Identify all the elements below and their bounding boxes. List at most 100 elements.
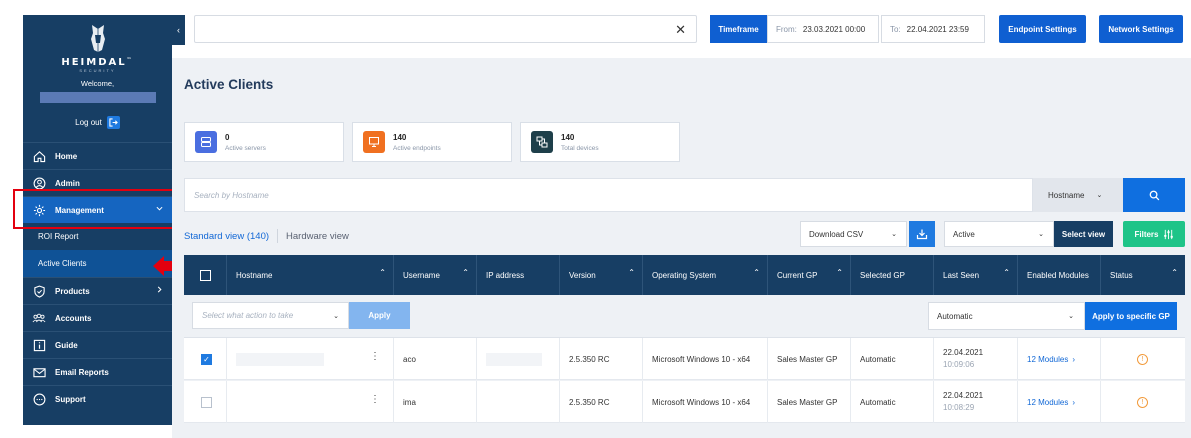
client-state-select[interactable]: Active ⌄ — [944, 221, 1054, 247]
client-state-value: Active — [953, 229, 975, 239]
sort-icon[interactable]: ⌃ — [753, 268, 760, 277]
hostname-search-input[interactable]: Search by Hostname — [184, 178, 1033, 212]
timeframe-button[interactable]: Timeframe — [710, 15, 767, 43]
action-select[interactable]: Select what action to take ⌄ — [192, 302, 349, 329]
last-seen-date: 22.04.2021 — [943, 348, 984, 357]
column-header-selected-gp[interactable]: Selected GP — [851, 255, 934, 295]
chevron-right-icon[interactable]: › — [1072, 355, 1075, 364]
sort-icon[interactable]: ⌃ — [379, 268, 386, 277]
column-header-current-gp[interactable]: Current GP ⌃ — [768, 255, 851, 295]
logout-label: Log out — [75, 117, 102, 127]
ip-cell — [477, 338, 560, 380]
select-view-button[interactable]: Select view — [1054, 221, 1113, 247]
date-to-field[interactable]: To: 22.04.2021 23:59 — [881, 15, 985, 43]
endpoint-settings-button[interactable]: Endpoint Settings — [999, 15, 1086, 43]
sort-icon[interactable]: ⌃ — [836, 268, 843, 277]
row-checkbox[interactable]: ✓ — [201, 353, 212, 365]
sidebar-item-active-clients[interactable]: Active Clients — [23, 250, 172, 277]
sidebar-item-label: Admin — [55, 178, 80, 188]
modules-link[interactable]: 12 Modules — [1027, 398, 1068, 407]
user-name-redacted — [39, 92, 156, 103]
column-header-version[interactable]: Version ⌃ — [560, 255, 643, 295]
sort-icon[interactable]: ⌃ — [462, 268, 469, 277]
row-checkbox[interactable] — [201, 396, 212, 408]
last-seen-cell: 22.04.2021 10:08:29 — [934, 381, 1018, 423]
column-header-os[interactable]: Operating System ⌃ — [643, 255, 768, 295]
hardware-view-tab[interactable]: Hardware view — [286, 231, 349, 242]
more-options-icon[interactable]: ⋮ — [370, 351, 380, 362]
sort-icon[interactable]: ⌃ — [628, 268, 635, 277]
version-cell: 2.5.350 RC — [560, 381, 643, 423]
sidebar-item-products[interactable]: Products — [23, 277, 172, 304]
date-from-field[interactable]: From: 23.03.2021 00:00 — [767, 15, 879, 43]
sort-icon[interactable]: ⌃ — [1171, 268, 1178, 277]
select-all-cell — [184, 255, 227, 295]
logout-icon[interactable] — [106, 115, 120, 129]
table-row[interactable]: ⋮ ima 2.5.350 RC Microsoft Windows 10 - … — [184, 381, 1185, 423]
welcome-text: Welcome, — [80, 79, 115, 88]
chevron-down-icon: ⌄ — [1096, 192, 1103, 199]
stat-card-endpoints: 140 Active endpoints — [352, 122, 512, 162]
table-row[interactable]: ✓ ⋮ aco 2.5.350 RC Microsoft Windows 10 … — [184, 338, 1185, 380]
date-to-label: To: — [890, 24, 901, 34]
sidebar-item-label: Guide — [55, 340, 78, 350]
chat-icon — [32, 392, 46, 406]
hostname-cell: ⋮ — [227, 338, 394, 380]
stat-value: 140 — [561, 132, 575, 142]
download-button[interactable] — [909, 221, 935, 247]
app-root: HEIMDAL™ SECURITY Welcome, Log out Home … — [0, 0, 1191, 438]
hostname-search-button[interactable] — [1123, 178, 1185, 212]
stat-card-servers: 0 Active servers — [184, 122, 344, 162]
chevron-right-icon — [156, 286, 163, 295]
global-search-input[interactable]: ✕ — [194, 15, 697, 43]
column-label: Enabled Modules — [1027, 270, 1089, 280]
network-settings-button[interactable]: Network Settings — [1099, 15, 1183, 43]
sidebar-item-home[interactable]: Home — [23, 142, 172, 169]
sidebar-item-label: Active Clients — [38, 259, 87, 268]
username-cell: aco — [394, 338, 477, 380]
sidebar-item-email-reports[interactable]: Email Reports — [23, 358, 172, 385]
sidebar-item-label: Email Reports — [55, 367, 109, 377]
sidebar-item-accounts[interactable]: Accounts — [23, 304, 172, 331]
row-select-cell — [184, 381, 227, 423]
column-header-username[interactable]: Username ⌃ — [394, 255, 477, 295]
gp-mode-select[interactable]: Automatic ⌄ — [928, 302, 1085, 330]
column-header-ip[interactable]: IP address — [477, 255, 560, 295]
sidebar-item-guide[interactable]: Guide — [23, 331, 172, 358]
version-cell: 2.5.350 RC — [560, 338, 643, 380]
download-csv-select[interactable]: Download CSV ⌄ — [800, 221, 907, 247]
sidebar-collapse-button[interactable]: ‹ — [172, 15, 185, 45]
modules-cell: 12 Modules › — [1018, 381, 1101, 423]
filters-button[interactable]: Filters — [1123, 221, 1185, 247]
more-options-icon[interactable]: ⋮ — [370, 394, 380, 405]
modules-link[interactable]: 12 Modules — [1027, 355, 1068, 364]
warning-icon[interactable]: ! — [1137, 396, 1148, 408]
download-csv-label: Download CSV — [809, 229, 864, 239]
apply-action-button[interactable]: Apply — [349, 302, 410, 329]
column-header-hostname[interactable]: Hostname ⌃ — [227, 255, 394, 295]
column-header-last-seen[interactable]: Last Seen ⌃ — [934, 255, 1018, 295]
column-label: Hostname — [236, 270, 273, 280]
stat-value: 140 — [393, 132, 407, 142]
table-header: Hostname ⌃ Username ⌃ IP address Version… — [184, 255, 1185, 295]
search-field-select[interactable]: Hostname ⌄ — [1033, 178, 1123, 212]
column-label: Status — [1110, 270, 1133, 280]
sidebar-item-support[interactable]: Support — [23, 385, 172, 412]
logout-link[interactable]: Log out — [23, 115, 172, 129]
last-seen-time: 10:09:06 — [943, 360, 975, 369]
chevron-right-icon[interactable]: › — [1072, 398, 1075, 407]
column-header-status[interactable]: Status ⌃ — [1101, 255, 1185, 295]
sort-icon[interactable]: ⌃ — [1003, 268, 1010, 277]
users-icon — [32, 311, 46, 325]
last-seen-date: 22.04.2021 — [943, 391, 984, 400]
info-icon — [32, 338, 46, 352]
clear-search-icon[interactable]: ✕ — [675, 22, 686, 38]
column-header-modules[interactable]: Enabled Modules — [1018, 255, 1101, 295]
standard-view-tab[interactable]: Standard view (140) — [184, 231, 269, 242]
management-highlight — [13, 189, 181, 229]
apply-specific-gp-button[interactable]: Apply to specific GP — [1085, 302, 1177, 330]
chevron-left-icon: ‹ — [177, 25, 180, 35]
warning-icon[interactable]: ! — [1137, 353, 1148, 365]
chevron-down-icon: ⌄ — [333, 313, 339, 320]
select-all-checkbox[interactable] — [200, 269, 211, 281]
